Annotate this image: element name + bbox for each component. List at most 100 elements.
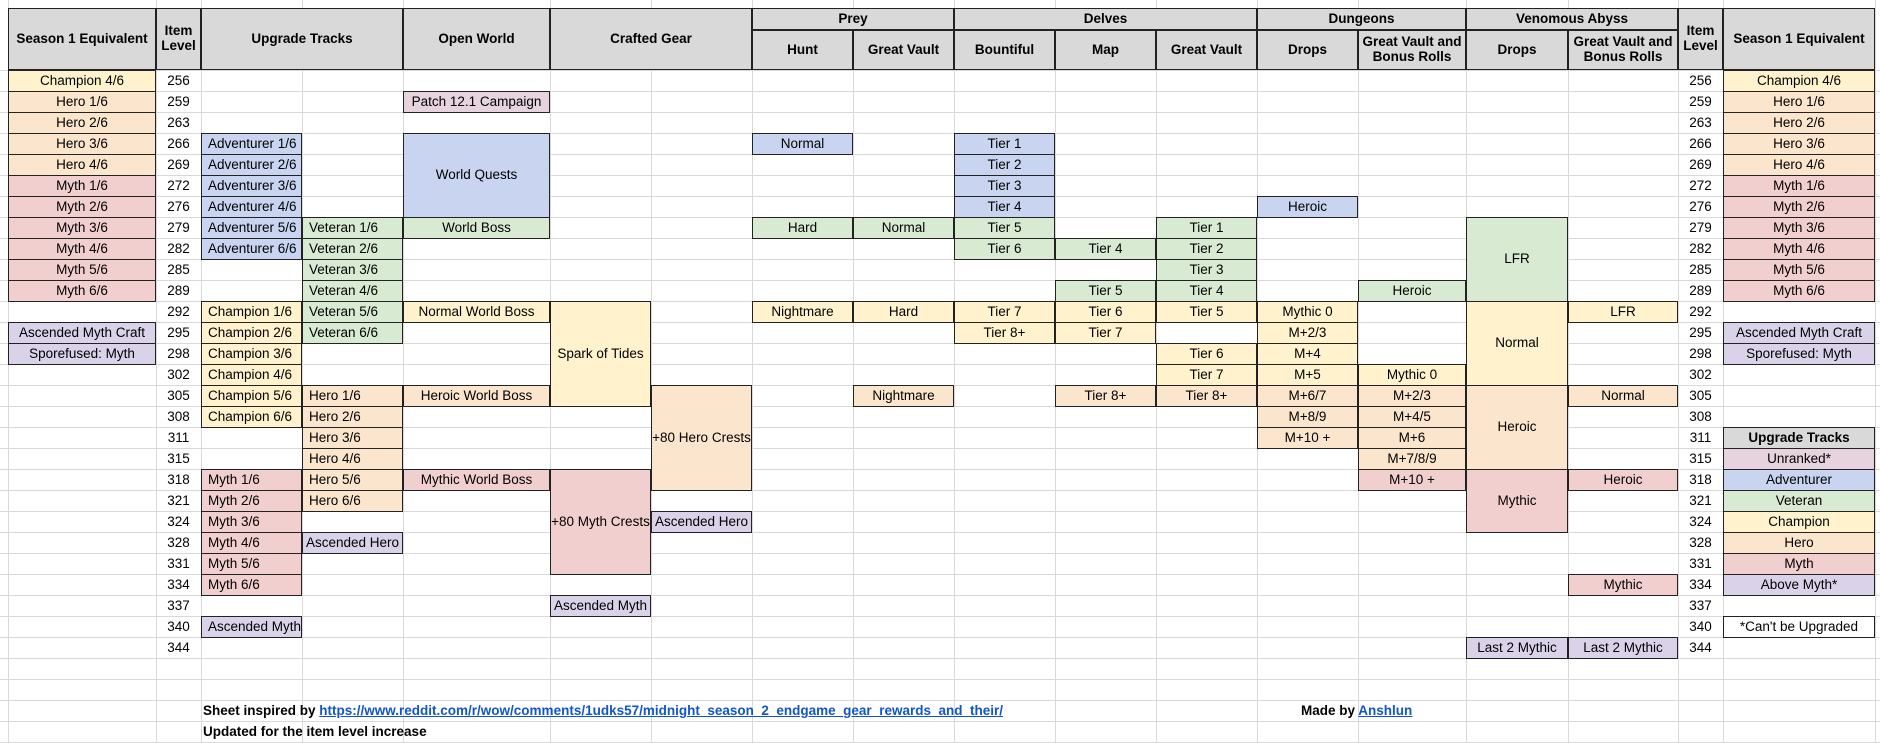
legend-title: Upgrade Tracks bbox=[1723, 427, 1875, 449]
gear-source-cell: +80 Hero Crests bbox=[651, 385, 752, 491]
gear-spreadsheet: Season 1 Equivalent Item Level Upgrade T… bbox=[0, 0, 1880, 743]
header-crafted-gear: Crafted Gear bbox=[550, 8, 752, 70]
item-level-cell: 344 bbox=[1689, 639, 1712, 655]
gear-source-cell: Champion 5/6 bbox=[201, 385, 302, 407]
gear-source-cell: Tier 6 bbox=[1055, 301, 1156, 323]
gear-source-cell: M+2/3 bbox=[1257, 322, 1358, 344]
header-item-level-left: Item Level bbox=[156, 8, 201, 70]
footer-inspired-link[interactable]: https://www.reddit.com/r/wow/comments/1u… bbox=[319, 703, 1003, 718]
item-level-cell: 305 bbox=[167, 387, 190, 403]
grid-line-horizontal bbox=[0, 70, 1880, 71]
header-prey-hunt: Hunt bbox=[752, 30, 853, 70]
season-equivalent-cell: Myth 4/6 bbox=[1723, 238, 1875, 260]
gear-source-cell: Hero 5/6 bbox=[302, 469, 403, 491]
gear-source-cell: M+7/8/9 bbox=[1358, 448, 1466, 470]
item-level-cell: 311 bbox=[167, 429, 190, 445]
gear-source-cell: Nightmare bbox=[853, 385, 954, 407]
item-level-cell: 263 bbox=[167, 114, 190, 130]
gear-source-cell: Mythic bbox=[1466, 469, 1568, 533]
gear-source-cell: Tier 2 bbox=[954, 154, 1055, 176]
item-level-cell: 256 bbox=[167, 72, 190, 88]
legend-item: Adventurer bbox=[1723, 469, 1875, 491]
legend-note: *Can't be Upgraded bbox=[1723, 616, 1875, 638]
gear-source-cell: M+2/3 bbox=[1358, 385, 1466, 407]
header-delves-great-vault: Great Vault bbox=[1156, 30, 1257, 70]
gear-source-cell: Normal World Boss bbox=[403, 301, 550, 323]
gear-source-cell: Tier 4 bbox=[1055, 238, 1156, 260]
item-level-cell: 340 bbox=[1689, 618, 1712, 634]
item-level-cell: 334 bbox=[167, 576, 190, 592]
gear-source-cell: Veteran 6/6 bbox=[302, 322, 403, 344]
season-equivalent-cell: Sporefused: Myth bbox=[1723, 343, 1875, 365]
gear-source-cell: Tier 6 bbox=[1156, 343, 1257, 365]
grid-line-horizontal bbox=[0, 91, 1880, 92]
season-equivalent-cell: Hero 2/6 bbox=[1723, 112, 1875, 134]
gear-source-cell: Tier 2 bbox=[1156, 238, 1257, 260]
gear-source-cell: Hero 2/6 bbox=[302, 406, 403, 428]
gear-source-cell: Mythic 0 bbox=[1358, 364, 1466, 386]
item-level-cell: 295 bbox=[1689, 324, 1712, 340]
item-level-cell: 269 bbox=[167, 156, 190, 172]
gear-source-cell: Tier 8+ bbox=[1156, 385, 1257, 407]
gear-source-cell: LFR bbox=[1466, 217, 1568, 302]
grid-line-vertical bbox=[651, 0, 652, 743]
gear-source-cell: Champion 3/6 bbox=[201, 343, 302, 365]
gear-source-cell: Tier 7 bbox=[1156, 364, 1257, 386]
gear-source-cell: Ascended Myth bbox=[201, 616, 302, 638]
season-equivalent-cell: Myth 2/6 bbox=[8, 196, 156, 218]
season-equivalent-cell: Myth 5/6 bbox=[1723, 259, 1875, 281]
season-equivalent-cell: Champion 4/6 bbox=[1723, 70, 1875, 92]
gear-source-cell: Adventurer 4/6 bbox=[201, 196, 302, 218]
item-level-cell: 331 bbox=[1689, 555, 1712, 571]
item-level-cell: 302 bbox=[1689, 366, 1712, 382]
item-level-cell: 328 bbox=[1689, 534, 1712, 550]
item-level-cell: 263 bbox=[1689, 114, 1712, 130]
gear-source-cell: M+4 bbox=[1257, 343, 1358, 365]
header-abyss-drops: Drops bbox=[1466, 30, 1568, 70]
gear-source-cell: M+5 bbox=[1257, 364, 1358, 386]
grid-line-horizontal bbox=[0, 679, 1880, 680]
gear-source-cell: Ascended Hero bbox=[302, 532, 403, 554]
gear-source-cell: Spark of Tides bbox=[550, 301, 651, 407]
item-level-cell: 318 bbox=[167, 471, 190, 487]
season-equivalent-cell: Hero 2/6 bbox=[8, 112, 156, 134]
item-level-cell: 282 bbox=[167, 240, 190, 256]
item-level-cell: 292 bbox=[1689, 303, 1712, 319]
season-equivalent-cell: Myth 3/6 bbox=[1723, 217, 1875, 239]
gear-source-cell: Last 2 Mythic bbox=[1568, 637, 1678, 659]
item-level-cell: 298 bbox=[1689, 345, 1712, 361]
gear-source-cell: Tier 3 bbox=[1156, 259, 1257, 281]
grid-line-vertical bbox=[954, 0, 955, 743]
gear-source-cell: Heroic bbox=[1358, 280, 1466, 302]
season-equivalent-cell: Sporefused: Myth bbox=[8, 343, 156, 365]
gear-source-cell: M+8/9 bbox=[1257, 406, 1358, 428]
item-level-cell: 340 bbox=[167, 618, 190, 634]
season-equivalent-cell: Myth 4/6 bbox=[8, 238, 156, 260]
gear-source-cell: Myth 4/6 bbox=[201, 532, 302, 554]
footer-made-by-link[interactable]: Anshlun bbox=[1358, 703, 1412, 718]
legend-item: Unranked* bbox=[1723, 448, 1875, 470]
gear-source-cell: Myth 3/6 bbox=[201, 511, 302, 533]
item-level-cell: 269 bbox=[1689, 156, 1712, 172]
header-abyss: Venomous Abyss bbox=[1466, 8, 1678, 30]
item-level-cell: 315 bbox=[167, 450, 190, 466]
item-level-cell: 272 bbox=[1689, 177, 1712, 193]
item-level-cell: 259 bbox=[167, 93, 190, 109]
gear-source-cell: Tier 7 bbox=[954, 301, 1055, 323]
item-level-cell: 318 bbox=[1689, 471, 1712, 487]
grid-line-vertical bbox=[853, 0, 854, 743]
gear-source-cell: Hard bbox=[752, 217, 853, 239]
header-season-right: Season 1 Equivalent bbox=[1723, 8, 1875, 70]
header-dungeons-great-vault: Great Vault and Bonus Rolls bbox=[1358, 30, 1466, 70]
header-item-level-right: Item Level bbox=[1678, 8, 1723, 70]
item-level-cell: 292 bbox=[167, 303, 190, 319]
item-level-cell: 308 bbox=[167, 408, 190, 424]
header-prey-great-vault: Great Vault bbox=[853, 30, 954, 70]
gear-source-cell: Tier 8+ bbox=[1055, 385, 1156, 407]
grid-line-vertical bbox=[302, 0, 303, 743]
gear-source-cell: Tier 5 bbox=[954, 217, 1055, 239]
gear-source-cell: Last 2 Mythic bbox=[1466, 637, 1568, 659]
footer-made-by-label: Made by bbox=[1301, 703, 1356, 718]
gear-source-cell: Mythic World Boss bbox=[403, 469, 550, 491]
season-equivalent-cell: Myth 3/6 bbox=[8, 217, 156, 239]
